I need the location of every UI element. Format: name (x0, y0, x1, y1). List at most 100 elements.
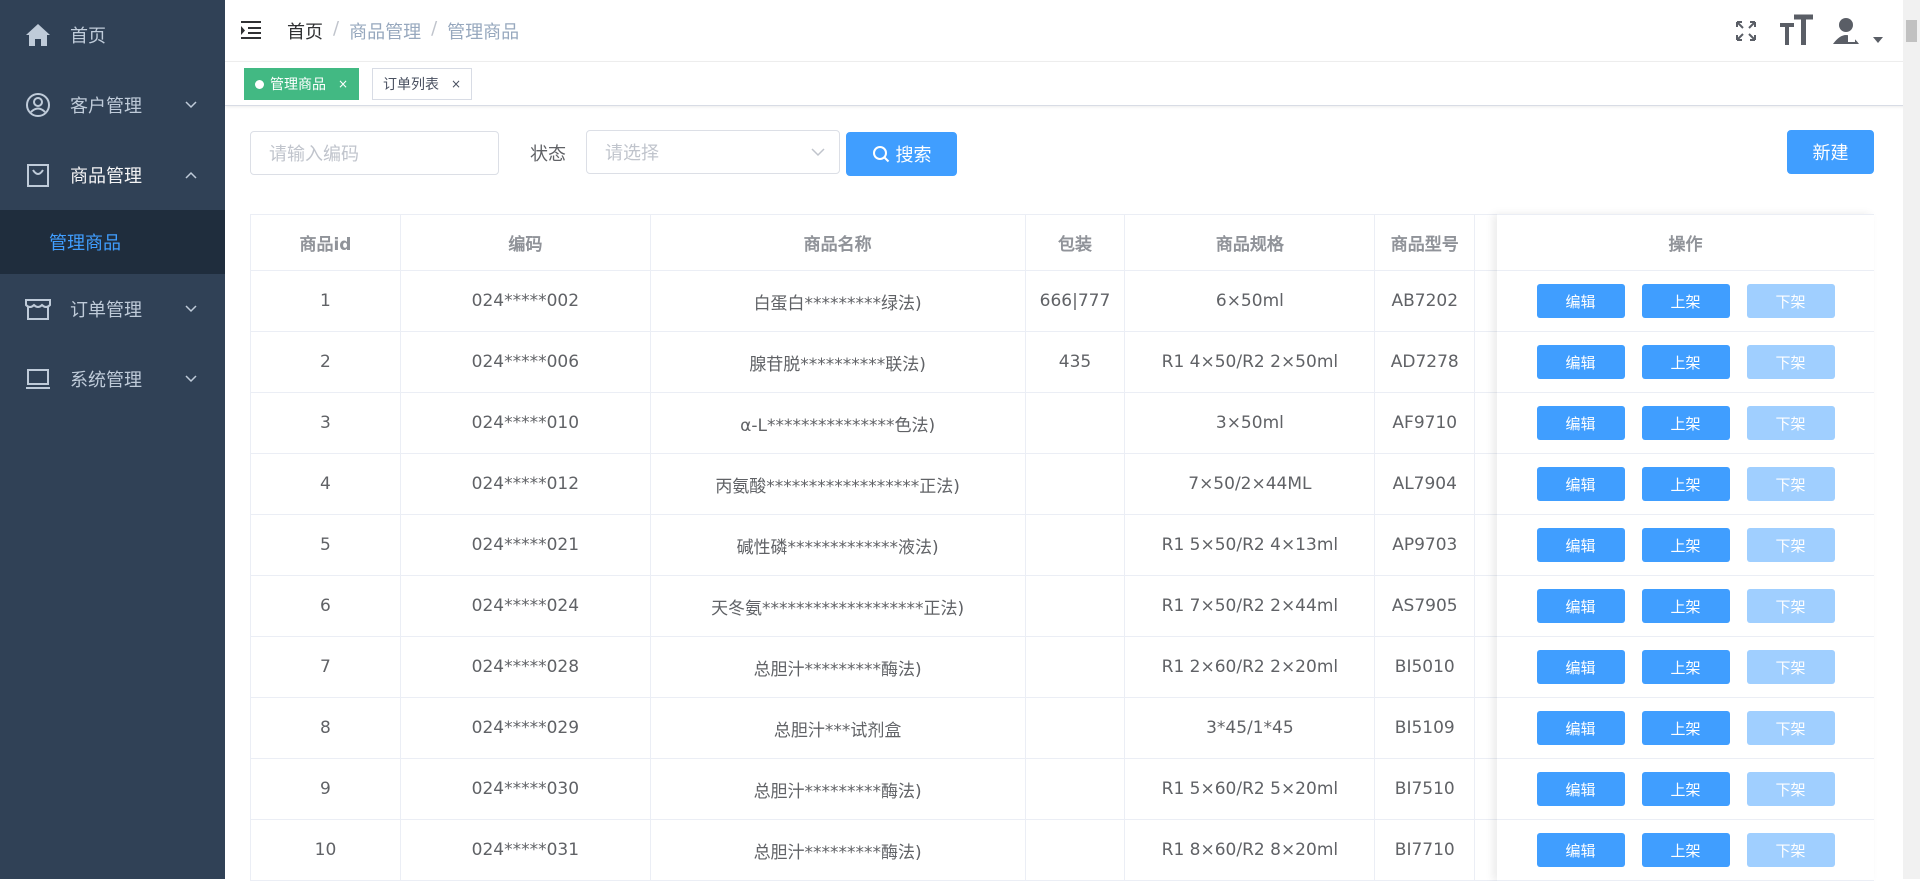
cell-model: BI7710 (1375, 820, 1476, 880)
cell-id: 8 (251, 698, 401, 758)
cell-code: 024*****010 (401, 393, 651, 453)
sidebar-item-orders[interactable]: 订单管理 (0, 274, 225, 344)
sidebar-item-home[interactable]: 首页 (0, 0, 225, 70)
operations-body: 编辑 上架 下架 编辑 上架 下架 编辑 上架 下架 编辑 上架 下架 编辑 上架 下架 编辑 上架 下架 编辑 上架… (1497, 271, 1874, 881)
user-circle-icon (24, 91, 52, 119)
edit-button[interactable]: 编辑 (1536, 711, 1625, 745)
sidebar-item-manage-products[interactable]: 管理商品 (0, 210, 225, 274)
cell-model: AL7904 (1375, 454, 1476, 514)
home-icon (24, 21, 52, 49)
close-icon[interactable]: × (451, 77, 461, 91)
operations-header: 操作 (1497, 215, 1874, 271)
tags-view: 管理商品 × 订单列表 × (225, 62, 1920, 106)
cell-model: AP9703 (1375, 515, 1476, 575)
cell-actions: 编辑 上架 下架 (1497, 515, 1874, 575)
operations-row: 编辑 上架 下架 (1497, 759, 1874, 820)
breadcrumb-products: 商品管理 (349, 22, 422, 43)
cell-package (1026, 698, 1126, 758)
cell-model: AD7278 (1375, 332, 1476, 392)
new-button[interactable]: 新建 (1787, 130, 1874, 174)
list-button[interactable]: 上架 (1641, 772, 1730, 806)
list-button[interactable]: 上架 (1641, 467, 1730, 501)
cell-id: 3 (251, 393, 401, 453)
search-button[interactable]: 搜索 (846, 132, 957, 176)
cell-code: 024*****029 (401, 698, 651, 758)
cell-spec: R1 7×50/R2 2×44ml (1125, 576, 1376, 636)
fullscreen-icon[interactable] (1728, 13, 1764, 49)
breadcrumb-home[interactable]: 首页 (287, 18, 323, 44)
status-label: 状态 (530, 144, 566, 165)
status-select-placeholder: 请选择 (605, 143, 659, 164)
edit-button[interactable]: 编辑 (1536, 528, 1625, 562)
list-button[interactable]: 上架 (1641, 528, 1730, 562)
operations-column: 操作 编辑 上架 下架 编辑 上架 下架 编辑 上架 下架 编辑 上架 下架 编辑 上架 下架 编辑 上架 下架编… (1497, 214, 1874, 881)
sidebar-item-products[interactable]: 商品管理 (0, 140, 225, 210)
cell-id: 5 (251, 515, 401, 575)
cell-package (1026, 820, 1126, 880)
cell-name: α-L***************色法) (651, 393, 1026, 453)
tag-order-list[interactable]: 订单列表 × (372, 68, 473, 100)
edit-button[interactable]: 编辑 (1536, 589, 1625, 623)
cell-spec: 3*45/1*45 (1125, 698, 1376, 758)
edit-button[interactable]: 编辑 (1536, 284, 1625, 318)
sidebar-item-system[interactable]: 系统管理 (0, 344, 225, 414)
hamburger-icon[interactable] (240, 20, 262, 40)
cell-code: 024*****024 (401, 576, 651, 636)
delist-button: 下架 (1746, 833, 1835, 867)
status-select[interactable]: 请选择 (586, 130, 840, 174)
sidebar-item-label: 订单管理 (70, 300, 142, 321)
cell-actions: 编辑 上架 下架 (1497, 271, 1874, 331)
edit-button[interactable]: 编辑 (1536, 833, 1625, 867)
edit-button[interactable]: 编辑 (1536, 345, 1625, 379)
caret-down-icon[interactable] (1868, 13, 1888, 49)
cell-actions: 编辑 上架 下架 (1497, 393, 1874, 453)
shopping-bag-icon (24, 161, 52, 189)
cell-name: 天冬氨*******************正法) (651, 576, 1026, 636)
col-header-code: 编码 (401, 215, 651, 270)
cell-code: 024*****012 (401, 454, 651, 514)
sidebar-item-customers[interactable]: 客户管理 (0, 70, 225, 140)
font-size-icon[interactable] (1778, 13, 1814, 49)
edit-button[interactable]: 编辑 (1536, 772, 1625, 806)
cell-spec: 3×50ml (1125, 393, 1376, 453)
cell-actions: 编辑 上架 下架 (1497, 332, 1874, 392)
list-button[interactable]: 上架 (1641, 284, 1730, 318)
cell-name: 腺苷脱**********联法) (651, 332, 1026, 392)
scrollbar-thumb[interactable] (1906, 20, 1917, 42)
avatar[interactable] (1828, 13, 1864, 49)
list-button[interactable]: 上架 (1641, 345, 1730, 379)
cell-model: BI5010 (1375, 637, 1476, 697)
chevron-down-icon (185, 375, 197, 383)
cell-spec: R1 4×50/R2 2×50ml (1125, 332, 1376, 392)
edit-button[interactable]: 编辑 (1536, 467, 1625, 501)
cell-name: 总胆汁*********酶法) (651, 637, 1026, 697)
delist-button: 下架 (1746, 711, 1835, 745)
col-header-actions: 操作 (1668, 235, 1703, 255)
code-search-input[interactable]: 请输入编码 (250, 131, 499, 175)
page-scrollbar[interactable] (1903, 0, 1920, 879)
cell-actions: 编辑 上架 下架 (1497, 454, 1874, 514)
list-button[interactable]: 上架 (1641, 406, 1730, 440)
chevron-up-icon (185, 171, 197, 179)
cell-package (1026, 393, 1126, 453)
edit-button[interactable]: 编辑 (1536, 406, 1625, 440)
cell-actions: 编辑 上架 下架 (1497, 820, 1874, 880)
delist-button: 下架 (1746, 650, 1835, 684)
cell-spec: 7×50/2×44ML (1125, 454, 1376, 514)
chevron-down-icon (185, 101, 197, 109)
close-icon[interactable]: × (338, 77, 348, 91)
cell-package (1026, 637, 1126, 697)
delist-button: 下架 (1746, 772, 1835, 806)
breadcrumb-current: 管理商品 (447, 22, 520, 43)
cell-package (1026, 759, 1126, 819)
list-button[interactable]: 上架 (1641, 650, 1730, 684)
list-button[interactable]: 上架 (1641, 833, 1730, 867)
list-button[interactable]: 上架 (1641, 711, 1730, 745)
edit-button[interactable]: 编辑 (1536, 650, 1625, 684)
tag-label: 管理商品 (270, 77, 326, 93)
cell-name: 丙氨酸******************正法) (651, 454, 1026, 514)
tag-manage-products[interactable]: 管理商品 × (244, 68, 360, 100)
list-button[interactable]: 上架 (1641, 589, 1730, 623)
operations-row: 编辑 上架 下架 (1497, 332, 1874, 393)
cell-model: BI7510 (1375, 759, 1476, 819)
